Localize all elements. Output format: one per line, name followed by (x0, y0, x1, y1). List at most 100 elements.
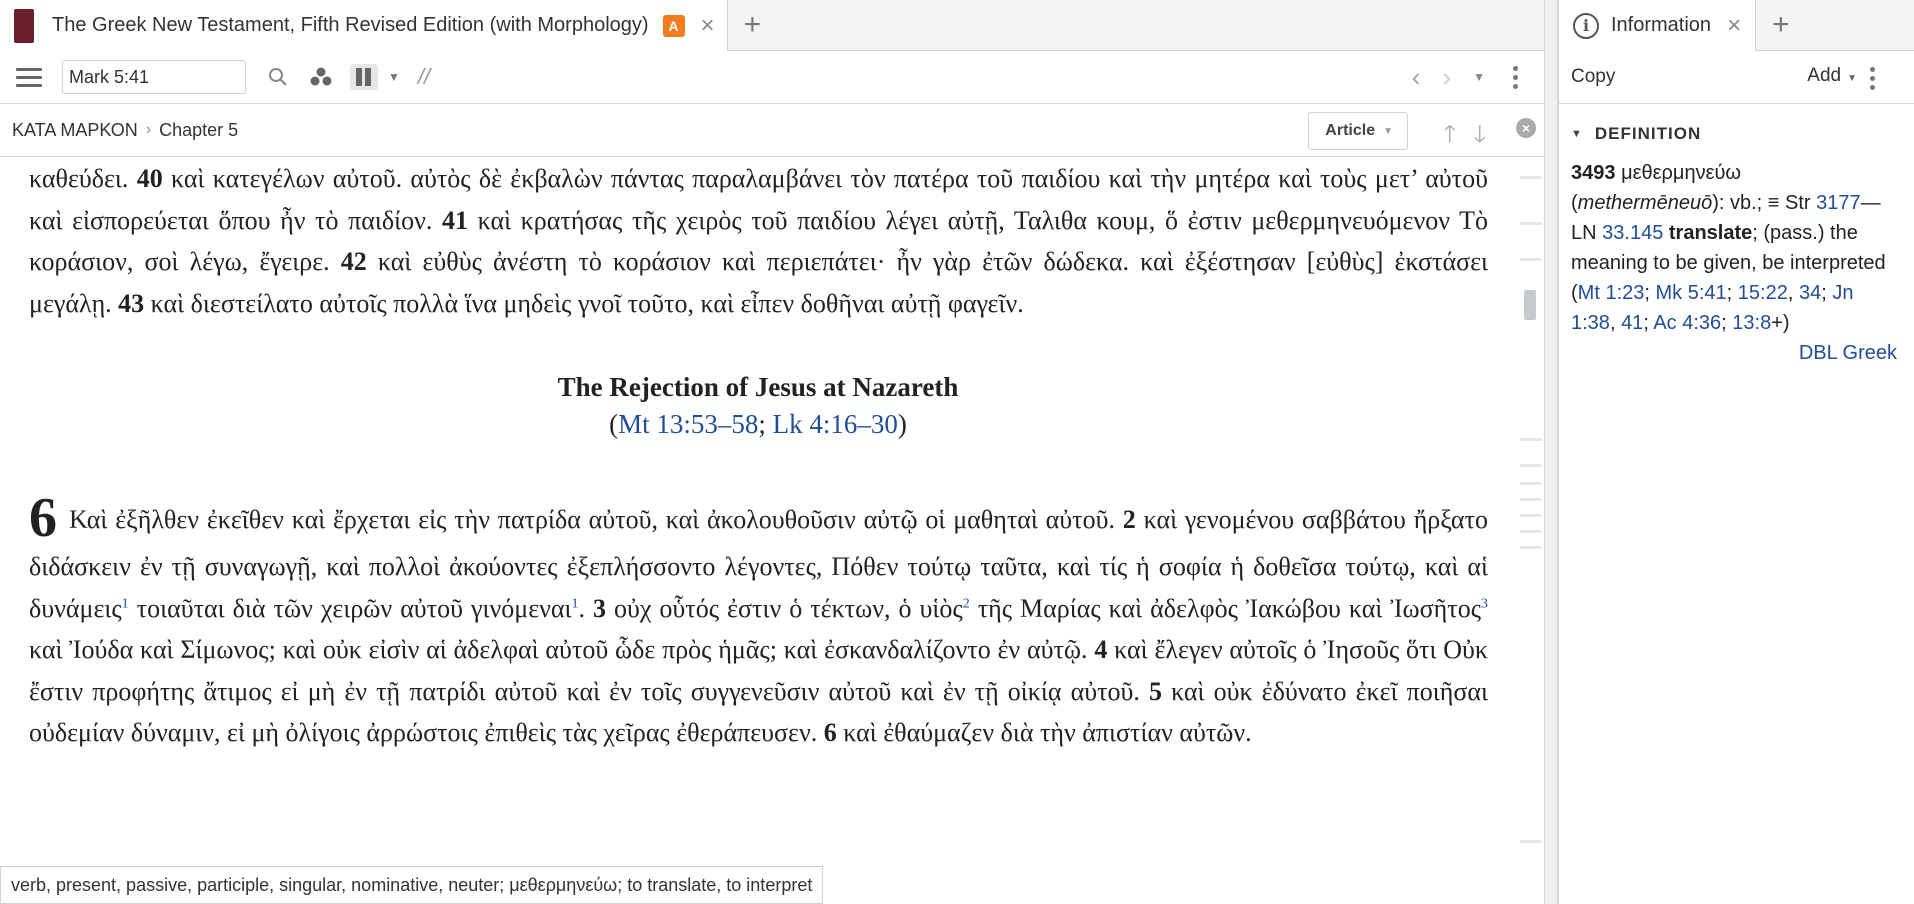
reading-pane: καθεύδει. 40 καὶ κατεγέλων αὐτοῦ. αὐτὸς … (0, 158, 1516, 876)
reference-input[interactable] (62, 60, 246, 94)
reader-panel: The Greek New Testament, Fifth Revised E… (0, 0, 1544, 904)
add-button[interactable]: Add ▼ (1807, 65, 1857, 87)
visual-filter-icon[interactable] (310, 67, 332, 87)
information-toolbar: Copy Add ▼ (1559, 51, 1914, 104)
left-tab-bar: The Greek New Testament, Fifth Revised E… (0, 0, 1544, 51)
scroll-rail[interactable] (1516, 158, 1544, 904)
verse-text[interactable]: καὶ διεστείλατο αὐτοῖς πολλὰ ἵνα μηδεὶς … (151, 289, 1024, 318)
layout-columns-icon[interactable] (350, 64, 378, 90)
verse-number[interactable]: 40 (137, 164, 163, 193)
rail-tick (1520, 258, 1542, 261)
source-link[interactable]: DBL Greek (1571, 338, 1897, 368)
lexicon-number: 3493 (1571, 162, 1616, 184)
rail-tick (1520, 438, 1542, 441)
more-options-icon[interactable] (1513, 65, 1518, 89)
verse-number[interactable]: 6 (824, 718, 837, 747)
more-options-icon[interactable] (1870, 67, 1875, 90)
rail-tick (1520, 176, 1542, 179)
section-cross-references: (Mt 13:53–58; Lk 4:16–30) (0, 404, 1516, 444)
morphology-status-bar: verb, present, passive, participle, sing… (0, 866, 824, 904)
strongs-link[interactable]: 3177 (1816, 192, 1861, 214)
separator: ; (758, 409, 773, 439)
information-tab[interactable]: i Information × (1559, 0, 1757, 51)
reference-link[interactable]: Mk 5:41 (1656, 282, 1727, 304)
verse-number[interactable]: 2 (1123, 505, 1136, 534)
forward-arrow-icon[interactable]: › (1442, 62, 1451, 93)
view-mode-label: Article (1325, 122, 1376, 139)
paren-close: +) (1771, 312, 1790, 334)
verse-number[interactable]: 42 (341, 247, 367, 276)
verse-text[interactable]: οὐχ οὗτός ἐστιν ὁ τέκτων, ὁ υἱὸς (614, 594, 963, 623)
rail-tick (1520, 530, 1542, 533)
grammar-text: ): vb.; ≡ Str (1712, 192, 1811, 214)
reference-link[interactable]: 34 (1799, 282, 1821, 304)
add-label: Add (1807, 65, 1842, 86)
louw-nida-link[interactable]: 33.145 (1602, 222, 1663, 244)
section-heading: The Rejection of Jesus at Nazareth (557, 372, 959, 402)
new-tab-plus-icon[interactable]: + (728, 0, 778, 50)
copy-button[interactable]: Copy (1571, 66, 1615, 88)
resource-tab[interactable]: The Greek New Testament, Fifth Revised E… (0, 0, 728, 51)
rail-tick (1520, 514, 1542, 517)
reference-link[interactable]: 13:8 (1732, 312, 1771, 334)
rail-tick (1520, 222, 1542, 225)
reference-link[interactable]: 41 (1621, 312, 1643, 334)
history-caret-icon[interactable]: ▼ (1473, 70, 1485, 84)
definition-section-header[interactable]: ▼ DEFINITION (1571, 124, 1914, 144)
info-icon: i (1573, 12, 1599, 39)
verse-text[interactable]: Καὶ ἐξῆλθεν ἐκεῖθεν καὶ ἔρχεται εἰς τὴν … (69, 505, 1115, 534)
verse-number[interactable]: 4 (1094, 635, 1107, 664)
breadcrumb-chapter[interactable]: Chapter 5 (159, 120, 238, 141)
search-icon[interactable] (268, 67, 288, 87)
footnote-marker[interactable]: 1 (122, 596, 129, 611)
link-set-badge[interactable]: A (662, 14, 685, 37)
verse-text[interactable]: τοιαῦται διὰ τῶν χειρῶν αὐτοῦ γινόμεναι (137, 594, 572, 623)
rail-tick (1520, 546, 1542, 549)
footnote-marker[interactable]: 2 (963, 596, 970, 611)
back-arrow-icon[interactable]: ‹ (1412, 62, 1421, 93)
breadcrumb: ΚΑΤΑ ΜΑΡΚΟΝ › Chapter 5 Article ▼ 🡑 🡓 × (0, 104, 1544, 157)
lemma: μεθερμηνεύω (1621, 162, 1742, 184)
paren-close: ) (897, 409, 907, 439)
verse-number[interactable]: 3 (593, 594, 606, 623)
information-tab-title: Information (1611, 14, 1712, 36)
tab-title: The Greek New Testament, Fifth Revised E… (52, 14, 649, 36)
verse-number[interactable]: 43 (118, 289, 144, 318)
layout-dropdown-caret-icon[interactable]: ▼ (388, 70, 400, 84)
reference-link[interactable]: Ac 4:36 (1653, 312, 1721, 334)
cross-reference-link[interactable]: Lk 4:16–30 (773, 409, 898, 439)
right-tab-bar: i Information × + (1559, 0, 1914, 51)
rail-tick (1520, 464, 1542, 467)
paragraph: καθεύδει. 40 καὶ κατεγέλων αὐτοῦ. αὐτὸς … (29, 158, 1488, 324)
new-tab-plus-icon[interactable]: + (1756, 0, 1806, 50)
close-tab-icon[interactable]: × (1727, 13, 1741, 38)
breadcrumb-book[interactable]: ΚΑΤΑ ΜΑΡΚΟΝ (12, 120, 138, 141)
cross-reference-link[interactable]: Mt 13:53–58 (618, 409, 758, 439)
parallel-resources-icon[interactable]: // (418, 64, 430, 90)
reference-link[interactable]: Mt 1:23 (1578, 282, 1645, 304)
verse-text[interactable]: τῆς Μαρίας καὶ ἀδελφὸς Ἰακώβου καὶ Ἰωσῆτ… (978, 594, 1481, 623)
close-tab-icon[interactable]: × (701, 13, 715, 38)
definition-heading: DEFINITION (1594, 124, 1702, 143)
footnote-marker[interactable]: 3 (1481, 596, 1488, 611)
scroll-thumb[interactable] (1524, 290, 1536, 320)
paren-open: ( (609, 409, 619, 439)
next-section-arrow-icon[interactable]: 🡓 (1474, 117, 1486, 158)
panel-menu-icon[interactable] (16, 63, 42, 92)
add-caret-icon: ▼ (1847, 73, 1857, 84)
rail-tick (1520, 840, 1542, 843)
chapter-number: 6 (29, 487, 57, 549)
verse-text[interactable]: καὶ ἐθαύμαζεν διὰ τὴν ἀπιστίαν αὐτῶν. (843, 718, 1251, 747)
panel-splitter[interactable] (1544, 0, 1558, 904)
transliteration: methermēneuō (1577, 192, 1713, 214)
paren: ( (1571, 192, 1578, 214)
reference-link[interactable]: 15:22 (1738, 282, 1788, 304)
separator: ; (1752, 222, 1758, 244)
previous-section-arrow-icon[interactable]: 🡑 (1444, 117, 1456, 158)
verse-number[interactable]: 41 (442, 206, 468, 235)
view-mode-button[interactable]: Article ▼ (1308, 112, 1408, 150)
verse-text[interactable]: καθεύδει. (29, 164, 128, 193)
verse-number[interactable]: 5 (1149, 677, 1162, 706)
close-breadcrumb-icon[interactable]: × (1516, 118, 1536, 138)
verse-text[interactable]: καὶ Ἰούδα καὶ Σίμωνος; καὶ οὐκ εἰσὶν αἱ … (29, 635, 1088, 664)
